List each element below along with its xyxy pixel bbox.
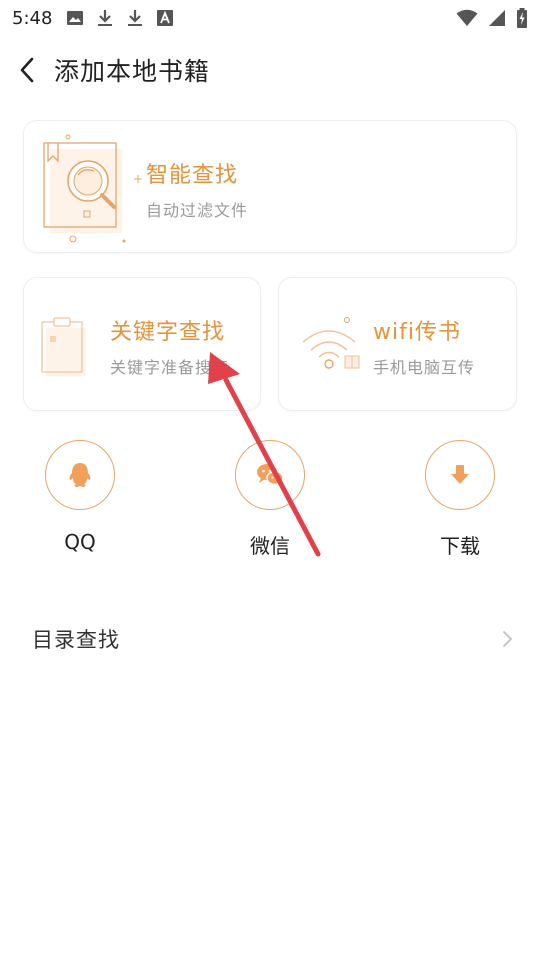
header: 添加本地书籍 (0, 44, 540, 96)
document-search-icon (43, 134, 142, 243)
download-label: 下载 (440, 534, 480, 558)
signal-icon (489, 10, 505, 26)
download-icon (128, 10, 143, 26)
chevron-right-icon (503, 631, 512, 647)
keyword-search-title: 关键字查找 (110, 320, 226, 345)
smart-search-card[interactable]: 智能查找 自动过滤文件 (23, 120, 517, 253)
back-button[interactable] (0, 44, 54, 96)
download-icon (98, 10, 113, 26)
wifi-transfer-subtitle: 手机电脑互传 (373, 358, 476, 377)
wifi-icon (456, 9, 478, 26)
smart-search-title: 智能查找 (146, 163, 239, 188)
directory-search-row[interactable]: 目录查找 (0, 610, 540, 668)
wifi-transfer-card[interactable]: wifi传书 手机电脑互传 (278, 277, 517, 411)
download-button[interactable]: 下载 (400, 440, 520, 570)
download-icon (451, 465, 469, 484)
qq-button[interactable]: QQ (20, 440, 140, 570)
image-icon (67, 11, 84, 25)
qq-circle[interactable] (45, 440, 115, 510)
clipboard-icon (41, 317, 86, 376)
wechat-circle[interactable] (235, 440, 305, 510)
status-system (456, 8, 528, 28)
wechat-label: 微信 (250, 534, 290, 558)
qq-icon (69, 463, 91, 487)
smart-search-subtitle: 自动过滤文件 (146, 201, 249, 220)
status-time: 5:48 (12, 7, 53, 29)
keyword-search-card[interactable]: 关键字查找 关键字准备搜索 (23, 277, 261, 411)
directory-search-label: 目录查找 (32, 628, 120, 652)
text-icon (157, 10, 174, 26)
wechat-icon (257, 464, 284, 486)
wifi-transfer-title: wifi传书 (373, 320, 461, 345)
qq-label: QQ (64, 530, 96, 554)
status-bar: 5:48 (0, 0, 540, 36)
chevron-left-icon (20, 57, 34, 83)
keyword-search-subtitle: 关键字准备搜索 (110, 358, 230, 377)
download-circle[interactable] (425, 440, 495, 510)
status-notifications (66, 9, 174, 27)
battery-charging-icon (517, 8, 527, 28)
wechat-button[interactable]: 微信 (210, 440, 330, 570)
page-title: 添加本地书籍 (54, 57, 211, 86)
wifi-book-icon (302, 317, 360, 369)
